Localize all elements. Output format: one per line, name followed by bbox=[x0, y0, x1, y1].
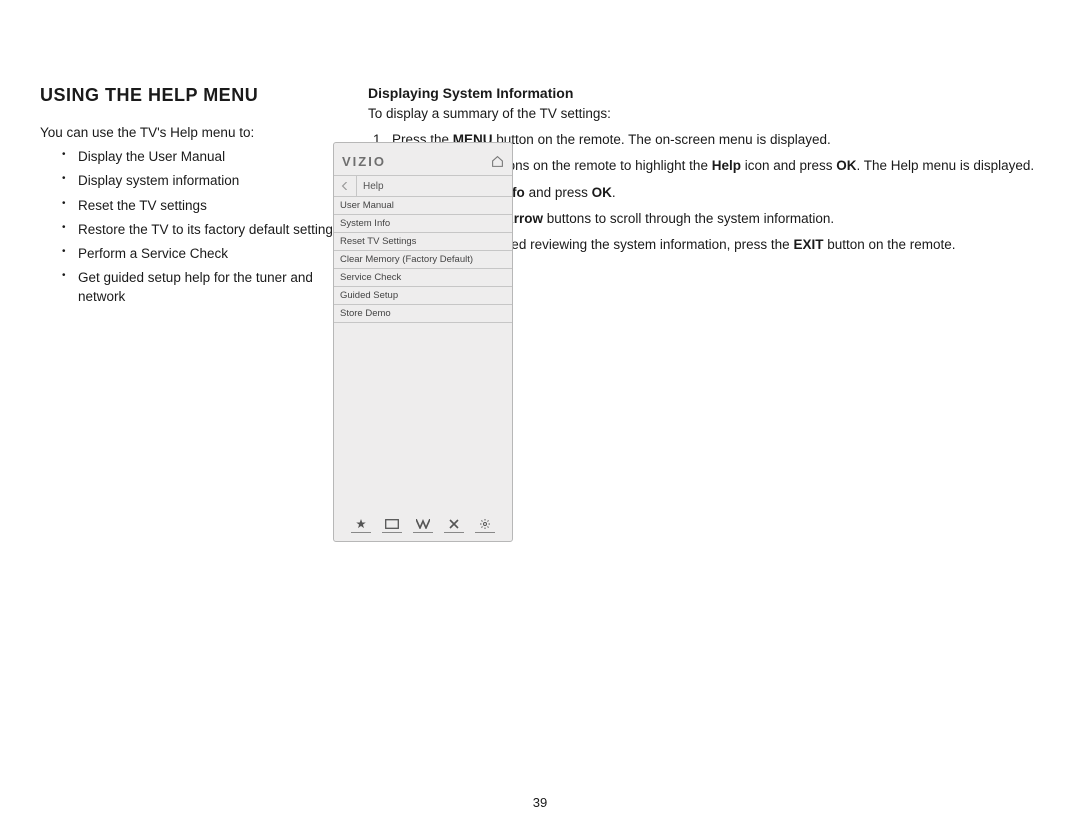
bullet-item: Get guided setup help for the tuner and … bbox=[62, 269, 340, 305]
section-intro: To display a summary of the TV settings: bbox=[368, 105, 1040, 123]
back-icon[interactable] bbox=[334, 176, 357, 196]
menu-item-guided-setup[interactable]: Guided Setup bbox=[334, 287, 512, 305]
bullet-item: Perform a Service Check bbox=[62, 245, 340, 263]
menu-item-user-manual[interactable]: User Manual bbox=[334, 197, 512, 215]
bullet-item: Reset the TV settings bbox=[62, 197, 340, 215]
bullet-item: Display system information bbox=[62, 172, 340, 190]
intro-text: You can use the TV's Help menu to: bbox=[40, 124, 340, 142]
vizio-help-panel: VIZIO Help User Manual System Info Reset… bbox=[333, 142, 513, 542]
page-number: 39 bbox=[0, 795, 1080, 810]
menu-item-clear-memory[interactable]: Clear Memory (Factory Default) bbox=[334, 251, 512, 269]
bullet-item: Display the User Manual bbox=[62, 148, 340, 166]
menu-item-store-demo[interactable]: Store Demo bbox=[334, 305, 512, 323]
bullet-item: Restore the TV to its factory default se… bbox=[62, 221, 340, 239]
brand-label: VIZIO bbox=[342, 154, 386, 169]
panel-title: Help bbox=[357, 181, 384, 192]
star-icon[interactable] bbox=[351, 516, 371, 533]
menu-item-service-check[interactable]: Service Check bbox=[334, 269, 512, 287]
gear-icon[interactable] bbox=[475, 516, 495, 533]
menu-item-reset-tv[interactable]: Reset TV Settings bbox=[334, 233, 512, 251]
page-heading: USING THE HELP MENU bbox=[40, 85, 340, 106]
v-icon[interactable] bbox=[413, 516, 433, 533]
menu-item-system-info[interactable]: System Info bbox=[334, 215, 512, 233]
cc-icon[interactable] bbox=[382, 516, 402, 533]
section-title: Displaying System Information bbox=[368, 85, 1040, 101]
home-icon[interactable] bbox=[491, 155, 504, 168]
close-icon[interactable] bbox=[444, 516, 464, 533]
